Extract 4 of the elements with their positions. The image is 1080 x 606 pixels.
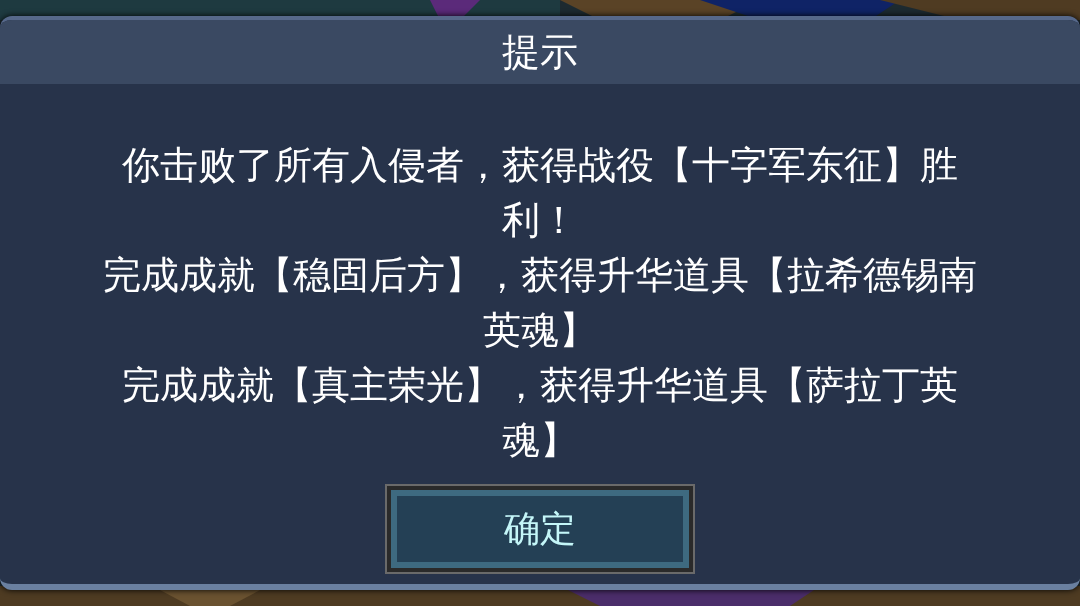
- message-text: 你击败了所有入侵者，获得战役【十字军东征】胜利！: [121, 142, 959, 244]
- message-text: 完成成就【真主荣光】，获得升华道具【萨拉丁英魂】: [121, 362, 959, 464]
- message-text: 完成成就【稳固后方】，获得升华道具【拉希德锡南英魂】: [102, 252, 978, 354]
- dialog-title: 提示: [502, 30, 578, 74]
